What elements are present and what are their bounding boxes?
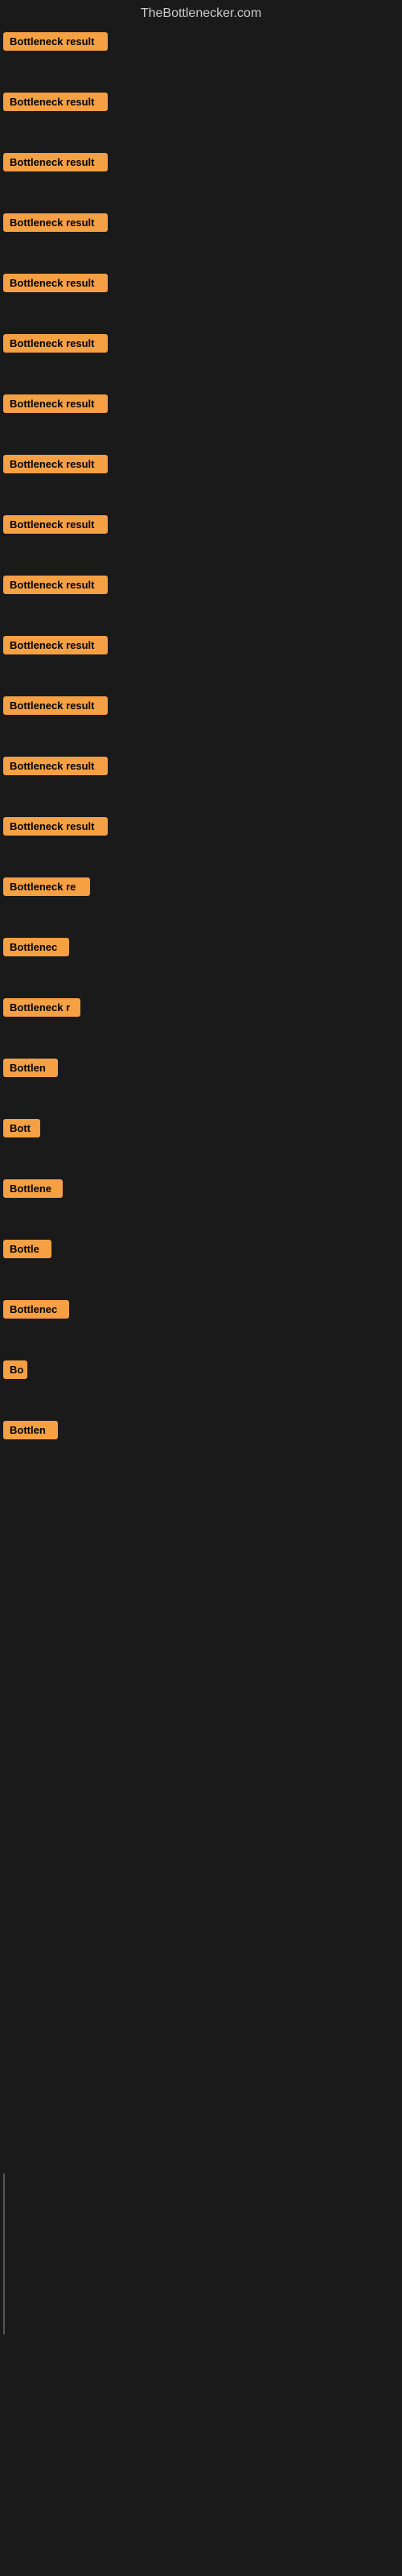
page-container: TheBottlenecker.com Bottleneck resultBot… (0, 0, 402, 1476)
bottleneck-badge[interactable]: Bottleneck result (3, 213, 108, 232)
list-item: Bottlen (3, 1421, 399, 1439)
list-item: Bottleneck result (3, 213, 399, 232)
list-item: Bottleneck result (3, 455, 399, 473)
list-item: Bottleneck result (3, 576, 399, 594)
spacer (0, 1142, 402, 1174)
list-item: Bottlen (3, 1059, 399, 1077)
list-item: Bottle (3, 1240, 399, 1258)
spacer (0, 357, 402, 390)
bottleneck-list: Bottleneck result Bottleneck result Bottle… (0, 32, 402, 1476)
bottleneck-badge[interactable]: Bottleneck result (3, 757, 108, 775)
list-item: Bottlene (3, 1179, 399, 1198)
list-item: Bottleneck result (3, 394, 399, 413)
bottleneck-badge[interactable]: Bottlen (3, 1421, 58, 1439)
bottleneck-badge[interactable]: Bottleneck re (3, 877, 90, 896)
spacer (0, 780, 402, 812)
spacer (0, 1022, 402, 1054)
bottleneck-badge[interactable]: Bottleneck r (3, 998, 80, 1017)
bottleneck-badge[interactable]: Bottleneck result (3, 334, 108, 353)
site-title: TheBottlenecker.com (0, 0, 402, 27)
list-item: Bottlenec (3, 938, 399, 956)
spacer (0, 1082, 402, 1114)
spacer (0, 176, 402, 208)
spacer (0, 237, 402, 269)
bottleneck-badge[interactable]: Bottlenec (3, 938, 69, 956)
list-item: Bo (3, 1360, 399, 1379)
bottleneck-badge[interactable]: Bottlenec (3, 1300, 69, 1319)
list-item: Bottleneck re (3, 877, 399, 896)
list-item: Bottleneck result (3, 153, 399, 171)
spacer (0, 659, 402, 691)
list-item: Bottleneck result (3, 757, 399, 775)
bottleneck-badge[interactable]: Bottleneck result (3, 153, 108, 171)
list-item: Bottlenec (3, 1300, 399, 1319)
list-item: Bottleneck result (3, 515, 399, 534)
spacer (0, 720, 402, 752)
spacer (0, 1384, 402, 1416)
vertical-line (3, 2174, 5, 2334)
spacer (0, 1263, 402, 1295)
bottleneck-badge[interactable]: Bottleneck result (3, 394, 108, 413)
spacer (0, 1444, 402, 1476)
spacer (0, 116, 402, 148)
list-item: Bott (3, 1119, 399, 1137)
bottleneck-badge[interactable]: Bottleneck result (3, 696, 108, 715)
list-item: Bottleneck result (3, 817, 399, 836)
list-item: Bottleneck result (3, 696, 399, 715)
list-item: Bottleneck result (3, 93, 399, 111)
spacer (0, 840, 402, 873)
spacer (0, 961, 402, 993)
spacer (0, 539, 402, 571)
spacer (0, 1203, 402, 1235)
bottleneck-badge[interactable]: Bottleneck result (3, 515, 108, 534)
list-item: Bottleneck result (3, 32, 399, 51)
bottleneck-badge[interactable]: Bo (3, 1360, 27, 1379)
bottleneck-badge[interactable]: Bottleneck result (3, 32, 108, 51)
bottleneck-badge[interactable]: Bottlene (3, 1179, 63, 1198)
list-item: Bottleneck result (3, 334, 399, 353)
bottleneck-badge[interactable]: Bottleneck result (3, 636, 108, 654)
bottleneck-badge[interactable]: Bottlen (3, 1059, 58, 1077)
bottleneck-badge[interactable]: Bottleneck result (3, 455, 108, 473)
spacer (0, 418, 402, 450)
spacer (0, 56, 402, 88)
bottleneck-badge[interactable]: Bott (3, 1119, 40, 1137)
bottleneck-badge[interactable]: Bottleneck result (3, 93, 108, 111)
spacer (0, 599, 402, 631)
bottleneck-badge[interactable]: Bottleneck result (3, 576, 108, 594)
bottleneck-badge[interactable]: Bottleneck result (3, 817, 108, 836)
spacer (0, 478, 402, 510)
spacer (0, 901, 402, 933)
list-item: Bottleneck result (3, 274, 399, 292)
bottleneck-badge[interactable]: Bottle (3, 1240, 51, 1258)
list-item: Bottleneck result (3, 636, 399, 654)
list-item: Bottleneck r (3, 998, 399, 1017)
spacer (0, 297, 402, 329)
spacer (0, 1323, 402, 1356)
bottleneck-badge[interactable]: Bottleneck result (3, 274, 108, 292)
